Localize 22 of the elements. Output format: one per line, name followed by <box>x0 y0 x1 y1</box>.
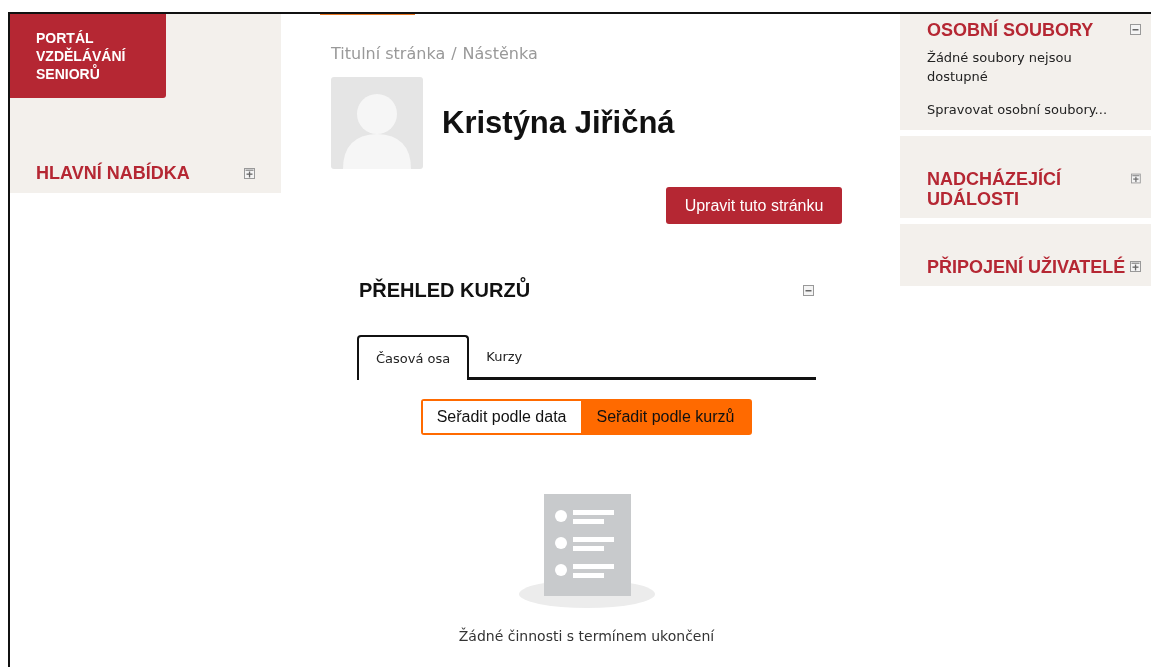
block-text: Žádné soubory nejsou dostupné <box>927 49 1073 86</box>
block-title: HLAVNÍ NABÍDKA <box>36 163 190 183</box>
tab[interactable]: Kurzy <box>469 335 540 377</box>
manage-files-link[interactable]: Spravovat osobní soubory... <box>927 102 1108 117</box>
sort-button[interactable]: Seřadit podle data <box>422 401 581 433</box>
user-name: Kristýna Jiřičná <box>442 105 675 141</box>
tab[interactable]: Časová osa <box>357 335 470 380</box>
avatar-icon <box>331 77 423 169</box>
block-title: PŘIPOJENÍ UŽIVATELÉ <box>927 257 1126 277</box>
collapse-icon[interactable] <box>803 285 814 296</box>
expand-icon[interactable] <box>244 167 255 179</box>
edit-page-button[interactable]: Upravit tuto stránku <box>666 187 842 224</box>
collapse-icon[interactable] <box>1130 24 1141 35</box>
block-title: OSOBNÍ SOUBORY <box>927 20 1094 40</box>
expand-icon[interactable] <box>1130 261 1141 272</box>
expand-icon[interactable] <box>1131 173 1141 184</box>
empty-list-icon <box>517 494 656 610</box>
breadcrumb-separator: / <box>451 44 457 63</box>
block-title: PŘEHLED KURZŮ <box>359 279 531 302</box>
site-logo[interactable]: PORTÁL VZDĚLÁVÁNÍ SENIORŮ <box>10 14 166 98</box>
block-title: NADCHÁZEJÍCÍ UDÁLOSTI <box>927 169 1063 209</box>
empty-message: Žádné činnosti s termínem ukončení <box>458 628 715 644</box>
